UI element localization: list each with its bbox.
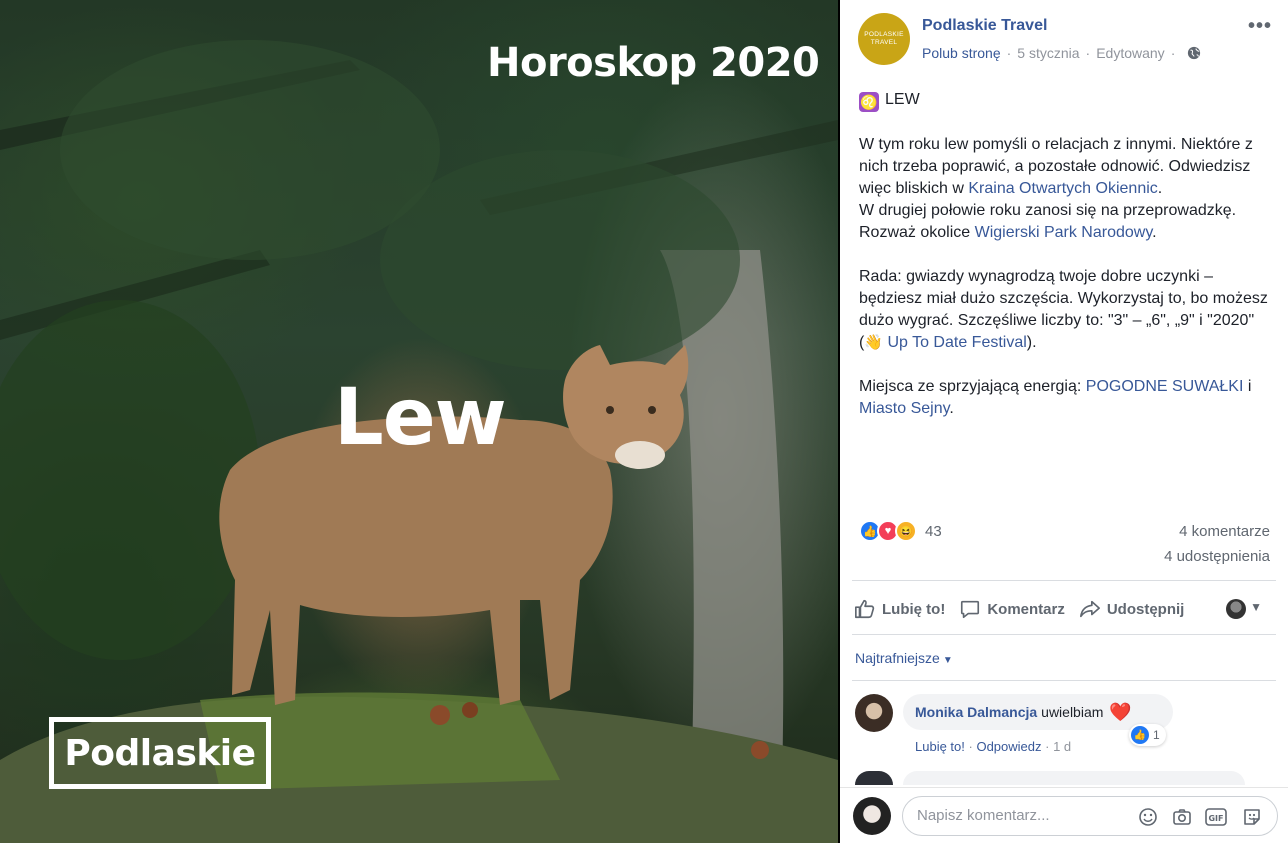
post-photo[interactable]: Horoskop 2020 Lew Podlaskie bbox=[0, 0, 838, 843]
reactions-summary[interactable]: 👍 ♥ 😆 43 bbox=[859, 520, 942, 542]
avatar-text-line1: PODLASKIE bbox=[864, 31, 904, 38]
reaction-count[interactable]: 43 bbox=[925, 523, 942, 540]
haha-reaction-icon: 😆 bbox=[895, 520, 917, 542]
p2-end: . bbox=[1152, 224, 1157, 241]
comment-text: uwielbiam bbox=[1041, 704, 1104, 720]
comment-count[interactable]: 4 komentarze bbox=[1179, 523, 1270, 540]
suwalki-link[interactable]: POGODNE SUWAŁKI bbox=[1086, 378, 1244, 395]
like-page-link[interactable]: Polub stronę bbox=[922, 45, 1001, 61]
emoji-icon[interactable] bbox=[1137, 806, 1159, 828]
divider bbox=[852, 634, 1276, 635]
comment-like-count: 1 bbox=[1153, 728, 1160, 742]
post-date[interactable]: 5 stycznia bbox=[1017, 45, 1079, 61]
sticker-icon[interactable] bbox=[1241, 806, 1263, 828]
post-paragraph-2: W drugiej połowie roku zanosi się na prz… bbox=[859, 200, 1274, 244]
kraina-link[interactable]: Kraina Otwartych Okiennic bbox=[968, 180, 1157, 197]
edited-label[interactable]: Edytowany bbox=[1096, 45, 1164, 61]
p1-end: . bbox=[1157, 180, 1163, 197]
comment-button-label: Komentarz bbox=[987, 600, 1065, 618]
current-user-avatar[interactable] bbox=[853, 797, 891, 835]
post-paragraph-1: W tym roku lew pomyśli o relacjach z inn… bbox=[859, 134, 1274, 200]
gif-icon[interactable]: GIF bbox=[1205, 806, 1227, 828]
page-name-link[interactable]: Podlaskie Travel bbox=[922, 17, 1047, 35]
brand-logo-box: Podlaskie bbox=[49, 717, 271, 789]
post-actions: Lubię to! Komentarz Udostępnij ▼ bbox=[854, 592, 1274, 626]
more-options-icon[interactable]: ••• bbox=[1248, 15, 1272, 38]
post-paragraph-3: Rada: gwiazdy wynagrodzą twoje dobre ucz… bbox=[859, 266, 1274, 354]
zodiac-sign-word: Lew bbox=[334, 373, 507, 463]
meta-separator: · bbox=[1045, 739, 1054, 754]
photo-title: Horoskop 2020 bbox=[487, 40, 820, 86]
comment-bubble: Monika Dalmancja uwielbiam ❤️ bbox=[903, 694, 1173, 730]
waving-hand-icon: 👋 bbox=[864, 334, 884, 351]
sort-label: Najtrafniejsze bbox=[855, 650, 940, 666]
comment-actions: Lubię to! · Odpowiedz · 1 d bbox=[915, 739, 1071, 754]
wigierski-link[interactable]: Wigierski Park Narodowy bbox=[975, 224, 1153, 241]
post-body: ♌ LEW W tym roku lew pomyśli o relacjach … bbox=[859, 89, 1274, 420]
post-heading: LEW bbox=[885, 91, 920, 108]
meta-separator: · bbox=[1006, 45, 1012, 61]
chevron-down-icon[interactable]: ▼ bbox=[1250, 600, 1262, 614]
post-paragraph-4: Miejsca ze sprzyjającą energią: POGODNE … bbox=[859, 376, 1274, 420]
p3-end: ). bbox=[1026, 334, 1037, 351]
meta-separator: · bbox=[1085, 45, 1091, 61]
share-button-label: Udostępnij bbox=[1106, 600, 1185, 618]
comment-bubble bbox=[903, 771, 1245, 785]
comment-button[interactable]: Komentarz bbox=[959, 598, 1065, 620]
comment-reaction-badge[interactable]: 👍 1 bbox=[1129, 724, 1166, 746]
festival-link[interactable]: Up To Date Festival bbox=[887, 334, 1026, 351]
comment-sort-dropdown[interactable]: Najtrafniejsze ▼ bbox=[855, 650, 953, 666]
share-count[interactable]: 4 udostępnienia bbox=[1164, 548, 1270, 565]
divider bbox=[852, 680, 1276, 681]
brand-logo-text: Podlaskie bbox=[64, 732, 256, 774]
red-heart-icon: ❤️ bbox=[1109, 701, 1132, 722]
page-avatar[interactable]: PODLASKIE TRAVEL bbox=[858, 13, 910, 65]
share-arrow-icon bbox=[1079, 600, 1100, 618]
commenter-avatar[interactable] bbox=[855, 771, 893, 785]
post-heading-line: ♌ LEW bbox=[859, 89, 1274, 112]
like-reaction-icon: 👍 bbox=[1131, 726, 1149, 744]
caret-down-icon: ▼ bbox=[942, 655, 953, 666]
p4-end: . bbox=[949, 400, 954, 417]
post-meta: Polub stronę · 5 stycznia · Edytowany · bbox=[922, 45, 1201, 61]
thumbs-up-icon bbox=[855, 599, 875, 619]
speech-bubble-icon bbox=[961, 600, 980, 619]
divider bbox=[852, 580, 1276, 581]
comment-author-link[interactable]: Monika Dalmancja bbox=[915, 704, 1037, 720]
avatar-text-line2: TRAVEL bbox=[870, 39, 898, 46]
svg-text:GIF: GIF bbox=[1208, 814, 1223, 823]
comment-like-link[interactable]: Lubię to! bbox=[915, 739, 965, 754]
comment-age[interactable]: 1 d bbox=[1053, 739, 1071, 754]
meta-separator: · bbox=[1170, 45, 1176, 61]
camera-icon[interactable] bbox=[1171, 806, 1193, 828]
p4-text: Miejsca ze sprzyjającą energią: bbox=[859, 378, 1086, 395]
p4-mid: i bbox=[1243, 378, 1252, 395]
viewer-avatar[interactable] bbox=[1226, 599, 1246, 619]
comment-reply-link[interactable]: Odpowiedz bbox=[976, 739, 1041, 754]
leo-zodiac-icon: ♌ bbox=[859, 92, 879, 112]
commenter-avatar[interactable] bbox=[855, 694, 893, 732]
post-side-panel: PODLASKIE TRAVEL Podlaskie Travel Polub … bbox=[840, 0, 1288, 843]
comment-input[interactable] bbox=[917, 807, 1117, 824]
like-button-label: Lubię to! bbox=[882, 600, 946, 618]
sejny-link[interactable]: Miasto Sejny bbox=[859, 400, 949, 417]
comment-composer: GIF bbox=[840, 787, 1288, 843]
share-button[interactable]: Udostępnij bbox=[1079, 598, 1185, 620]
comment-input-box[interactable]: GIF bbox=[902, 796, 1278, 836]
like-button[interactable]: Lubię to! bbox=[854, 598, 945, 620]
post-header: PODLASKIE TRAVEL Podlaskie Travel Polub … bbox=[858, 13, 1278, 65]
globe-icon[interactable] bbox=[1187, 46, 1201, 60]
